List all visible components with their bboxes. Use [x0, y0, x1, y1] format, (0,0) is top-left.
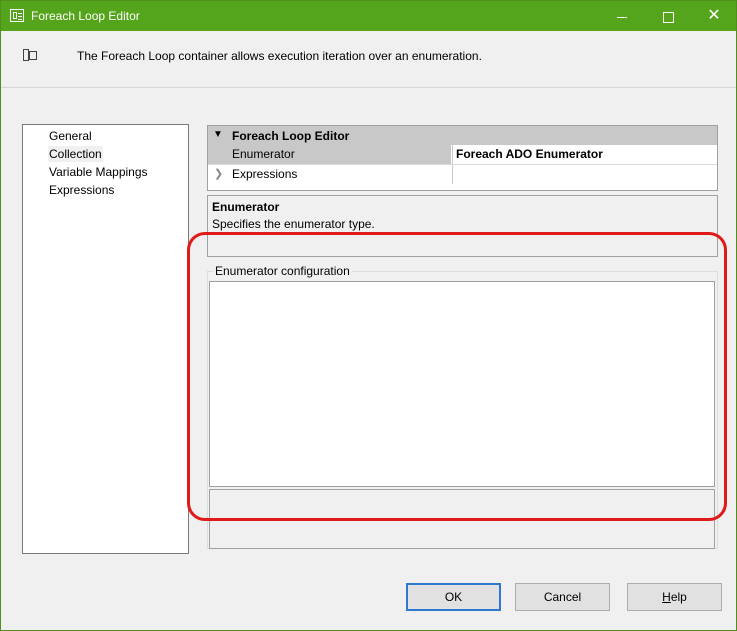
page-navigation-list: General Collection Variable Mappings Exp… [22, 124, 189, 554]
container-icon [23, 49, 37, 61]
foreach-loop-editor-window: Foreach Loop Editor ✕ The Foreach Loop c… [0, 0, 737, 631]
collapse-chevron-icon[interactable]: ▼ [213, 129, 223, 140]
nav-item-variable-mappings[interactable]: Variable Mappings [48, 164, 149, 180]
property-grid: ▼ Foreach Loop Editor Enumerator Foreach… [207, 125, 718, 191]
row-gutter [208, 145, 227, 164]
nav-item-general[interactable]: General [48, 128, 93, 144]
help-title: Enumerator [212, 200, 280, 214]
minimize-icon [617, 16, 627, 18]
description-text: The Foreach Loop container allows execut… [77, 49, 482, 63]
window-title: Foreach Loop Editor [31, 9, 140, 23]
maximize-icon [662, 11, 674, 23]
expressions-value-field[interactable] [452, 165, 717, 184]
property-name-expressions: Expressions [232, 167, 298, 181]
nav-item-expressions[interactable]: Expressions [48, 182, 115, 198]
help-button-mnemonic: H [662, 590, 671, 604]
close-icon: ✕ [707, 7, 721, 24]
header-separator [1, 87, 736, 88]
property-name-enumerator: Enumerator [227, 145, 451, 164]
foreach-loop-icon [10, 9, 24, 22]
maximize-button[interactable] [645, 1, 691, 31]
title-bar[interactable]: Foreach Loop Editor ✕ [1, 1, 736, 31]
cancel-button[interactable]: Cancel [515, 583, 610, 611]
help-description: Specifies the enumerator type. [212, 217, 375, 231]
expand-chevron-icon[interactable]: ❯ [214, 167, 223, 180]
row-gutter: ❯ [208, 165, 227, 184]
help-button-label-rest: elp [670, 590, 687, 604]
property-category-label: Foreach Loop Editor [232, 129, 350, 143]
property-row-expressions[interactable]: ❯ Expressions [208, 164, 717, 184]
minimize-button[interactable] [599, 1, 645, 31]
nav-item-collection[interactable]: Collection [48, 146, 103, 162]
property-category-row[interactable]: ▼ Foreach Loop Editor [208, 126, 717, 145]
close-button[interactable]: ✕ [691, 1, 736, 31]
property-row-enumerator[interactable]: Enumerator Foreach ADO Enumerator [208, 145, 717, 164]
enumerator-value-field[interactable]: Foreach ADO Enumerator [452, 145, 717, 164]
help-button[interactable]: Help [627, 583, 722, 611]
ok-button[interactable]: OK [406, 583, 501, 611]
highlight-annotation [187, 232, 727, 521]
